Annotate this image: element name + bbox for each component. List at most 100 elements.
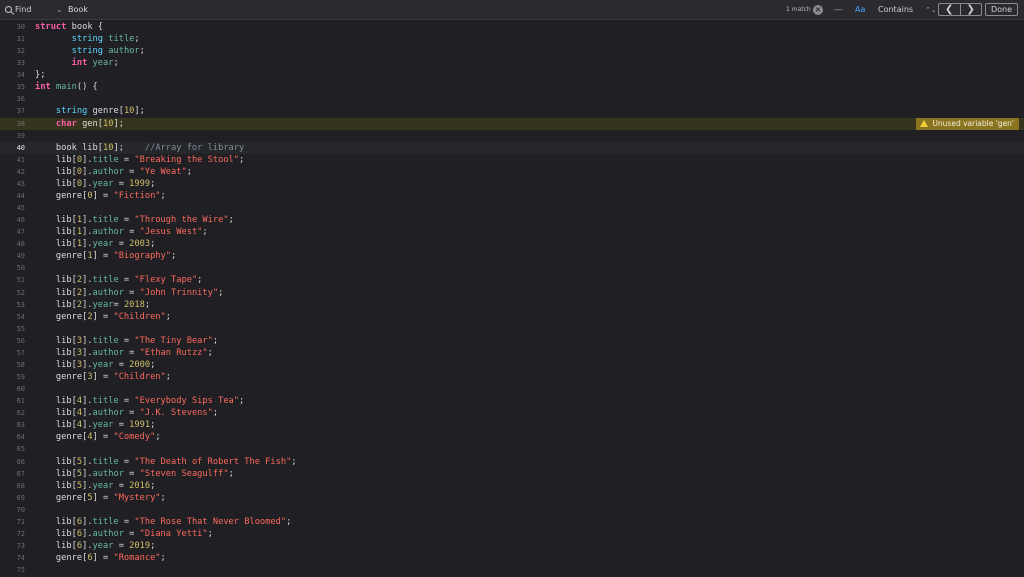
code-line[interactable]: 41 lib[0].title = "Breaking the Stool"; (0, 154, 1024, 166)
code-token: year (92, 541, 114, 551)
code-token: lib[ (35, 396, 77, 407)
code-line[interactable]: 57 lib[3].author = "Ethan Rutzz"; (0, 347, 1024, 359)
code-editor[interactable]: 30 struct book {31 string title; 32 string… (0, 21, 1024, 577)
replace-toggle-button[interactable]: — (834, 0, 843, 19)
code-line[interactable]: 66 lib[5].title = "The Death of Robert T… (0, 456, 1024, 468)
code-line[interactable]: 44 genre[0] = "Fiction"; (0, 190, 1024, 202)
code-token: year (92, 178, 114, 189)
code-text: string title; (35, 33, 140, 45)
line-number: 56 (16, 336, 25, 345)
code-token: title (92, 456, 119, 467)
code-line[interactable]: 69 genre[5] = "Mystery"; (0, 492, 1024, 504)
code-line[interactable]: 56 lib[3].title = "The Tiny Bear"; (0, 335, 1024, 347)
warning-badge[interactable]: Unused variable 'gen' (916, 117, 1019, 130)
find-mode-dropdown[interactable]: Find ⌄ (5, 0, 75, 19)
code-token: year (92, 480, 114, 491)
code-line[interactable]: 47 lib[1].author = "Jesus West"; (0, 226, 1024, 238)
code-line[interactable]: 59 genre[3] = "Children"; (0, 371, 1024, 383)
code-token: }; (35, 70, 46, 81)
code-token: ; (286, 516, 292, 527)
code-line[interactable]: 65 (0, 443, 1024, 455)
code-line[interactable]: 43 lib[0].year = 1999; (0, 178, 1024, 190)
code-line[interactable]: 53 lib[2].year= 2018; (0, 299, 1024, 311)
code-line[interactable]: 73 lib[6].year = 2019; (0, 540, 1024, 552)
code-line[interactable]: 36 (0, 93, 1024, 105)
previous-match-button[interactable]: ❮ (939, 4, 961, 15)
code-line[interactable]: 33 int year; (0, 57, 1024, 69)
code-line[interactable]: 54 genre[2] = "Children"; (0, 311, 1024, 323)
match-style-dropdown[interactable]: Contains ⌃⌄ (878, 0, 937, 19)
code-line[interactable]: 35 int main() { (0, 81, 1024, 93)
line-number: 42 (16, 167, 25, 176)
next-match-button[interactable]: ❯ (961, 4, 982, 15)
code-line[interactable]: 63 lib[4].year = 1991; (0, 419, 1024, 431)
code-line[interactable]: 37 string genre[10]; (0, 105, 1024, 117)
code-line[interactable]: 45 (0, 202, 1024, 214)
line-number: 54 (16, 312, 25, 321)
code-token: = (118, 335, 135, 346)
code-token: 1999 (129, 178, 151, 189)
code-token: lib[ (35, 528, 77, 539)
code-line[interactable]: 64 genre[4] = "Comedy"; (0, 431, 1024, 443)
code-token: author (92, 227, 124, 238)
code-token: ] = (92, 190, 114, 201)
code-line[interactable]: 60 (0, 383, 1024, 395)
code-line[interactable]: 72 lib[6].author = "Diana Yetti"; (0, 528, 1024, 540)
line-number: 47 (16, 228, 25, 237)
search-input[interactable] (68, 0, 773, 19)
code-line[interactable]: 38 char gen[10]; Unused variable 'gen' (0, 117, 1024, 130)
code-line[interactable]: 31 string title; (0, 33, 1024, 45)
code-token: title (108, 34, 135, 45)
code-line[interactable]: 39 (0, 130, 1024, 142)
code-text: lib[4].author = "J.K. Stevens"; (35, 407, 218, 419)
code-line[interactable]: 58 lib[3].year = 2000; (0, 359, 1024, 371)
code-token: ; (171, 251, 177, 262)
done-button[interactable]: Done (985, 3, 1018, 16)
clear-search-button[interactable]: × (812, 0, 824, 19)
code-token: string (71, 34, 109, 45)
code-token: title (92, 154, 119, 165)
match-case-button[interactable]: Aa (855, 0, 865, 19)
code-token: lib[ (35, 215, 77, 226)
code-token: ; (150, 239, 156, 250)
code-line[interactable]: 30 struct book { (0, 21, 1024, 33)
code-text: lib[1].author = "Jesus West"; (35, 226, 208, 238)
code-line[interactable]: 74 genre[6] = "Romance"; (0, 552, 1024, 564)
code-line[interactable]: 34}; (0, 69, 1024, 81)
code-line[interactable]: 42 lib[0].author = "Ye Weat"; (0, 166, 1024, 178)
code-token: 10 (123, 106, 135, 117)
code-line[interactable]: 48 lib[1].year = 2003; (0, 238, 1024, 250)
warning-icon (920, 120, 929, 128)
code-token: = (123, 408, 140, 419)
code-line[interactable]: 67 lib[5].author = "Steven Seagulff"; (0, 468, 1024, 480)
code-text: lib[5].year = 2016; (35, 480, 155, 492)
code-token: ; (160, 190, 166, 201)
code-line[interactable]: 50 (0, 262, 1024, 274)
code-line[interactable]: 68 lib[5].year = 2016; (0, 480, 1024, 492)
code-token: ]. (82, 154, 93, 165)
code-line[interactable]: 40 book lib[10]; //Array for library (0, 141, 1024, 154)
code-token: ; (239, 154, 245, 165)
code-line[interactable]: 52 lib[2].author = "John Trinnity"; (0, 287, 1024, 299)
code-line[interactable]: 55 (0, 323, 1024, 335)
code-line[interactable]: 75 (0, 564, 1024, 576)
code-line[interactable]: 49 genre[1] = "Biography"; (0, 250, 1024, 262)
find-mode-label: Find (15, 5, 32, 14)
code-line[interactable]: 62 lib[4].author = "J.K. Stevens"; (0, 407, 1024, 419)
code-line[interactable]: 71 lib[6].title = "The Rose That Never B… (0, 516, 1024, 528)
code-token: "Fiction" (113, 190, 161, 201)
code-token: genre[ (35, 432, 88, 443)
code-line[interactable]: 70 (0, 504, 1024, 516)
line-number: 52 (16, 288, 25, 297)
code-token: genre[ (35, 251, 88, 262)
code-token: ] = (92, 432, 114, 443)
code-token: ; (150, 420, 156, 431)
code-token: "J.K. Stevens" (139, 408, 213, 419)
line-number: 32 (16, 47, 25, 56)
code-line[interactable]: 46 lib[1].title = "Through the Wire"; (0, 214, 1024, 226)
code-token: ; (202, 227, 208, 238)
code-token: ]; (113, 142, 145, 153)
code-line[interactable]: 61 lib[4].title = "Everybody Sips Tea"; (0, 395, 1024, 407)
code-line[interactable]: 51 lib[2].title = "Flexy Tape"; (0, 274, 1024, 286)
code-line[interactable]: 32 string author; (0, 45, 1024, 57)
